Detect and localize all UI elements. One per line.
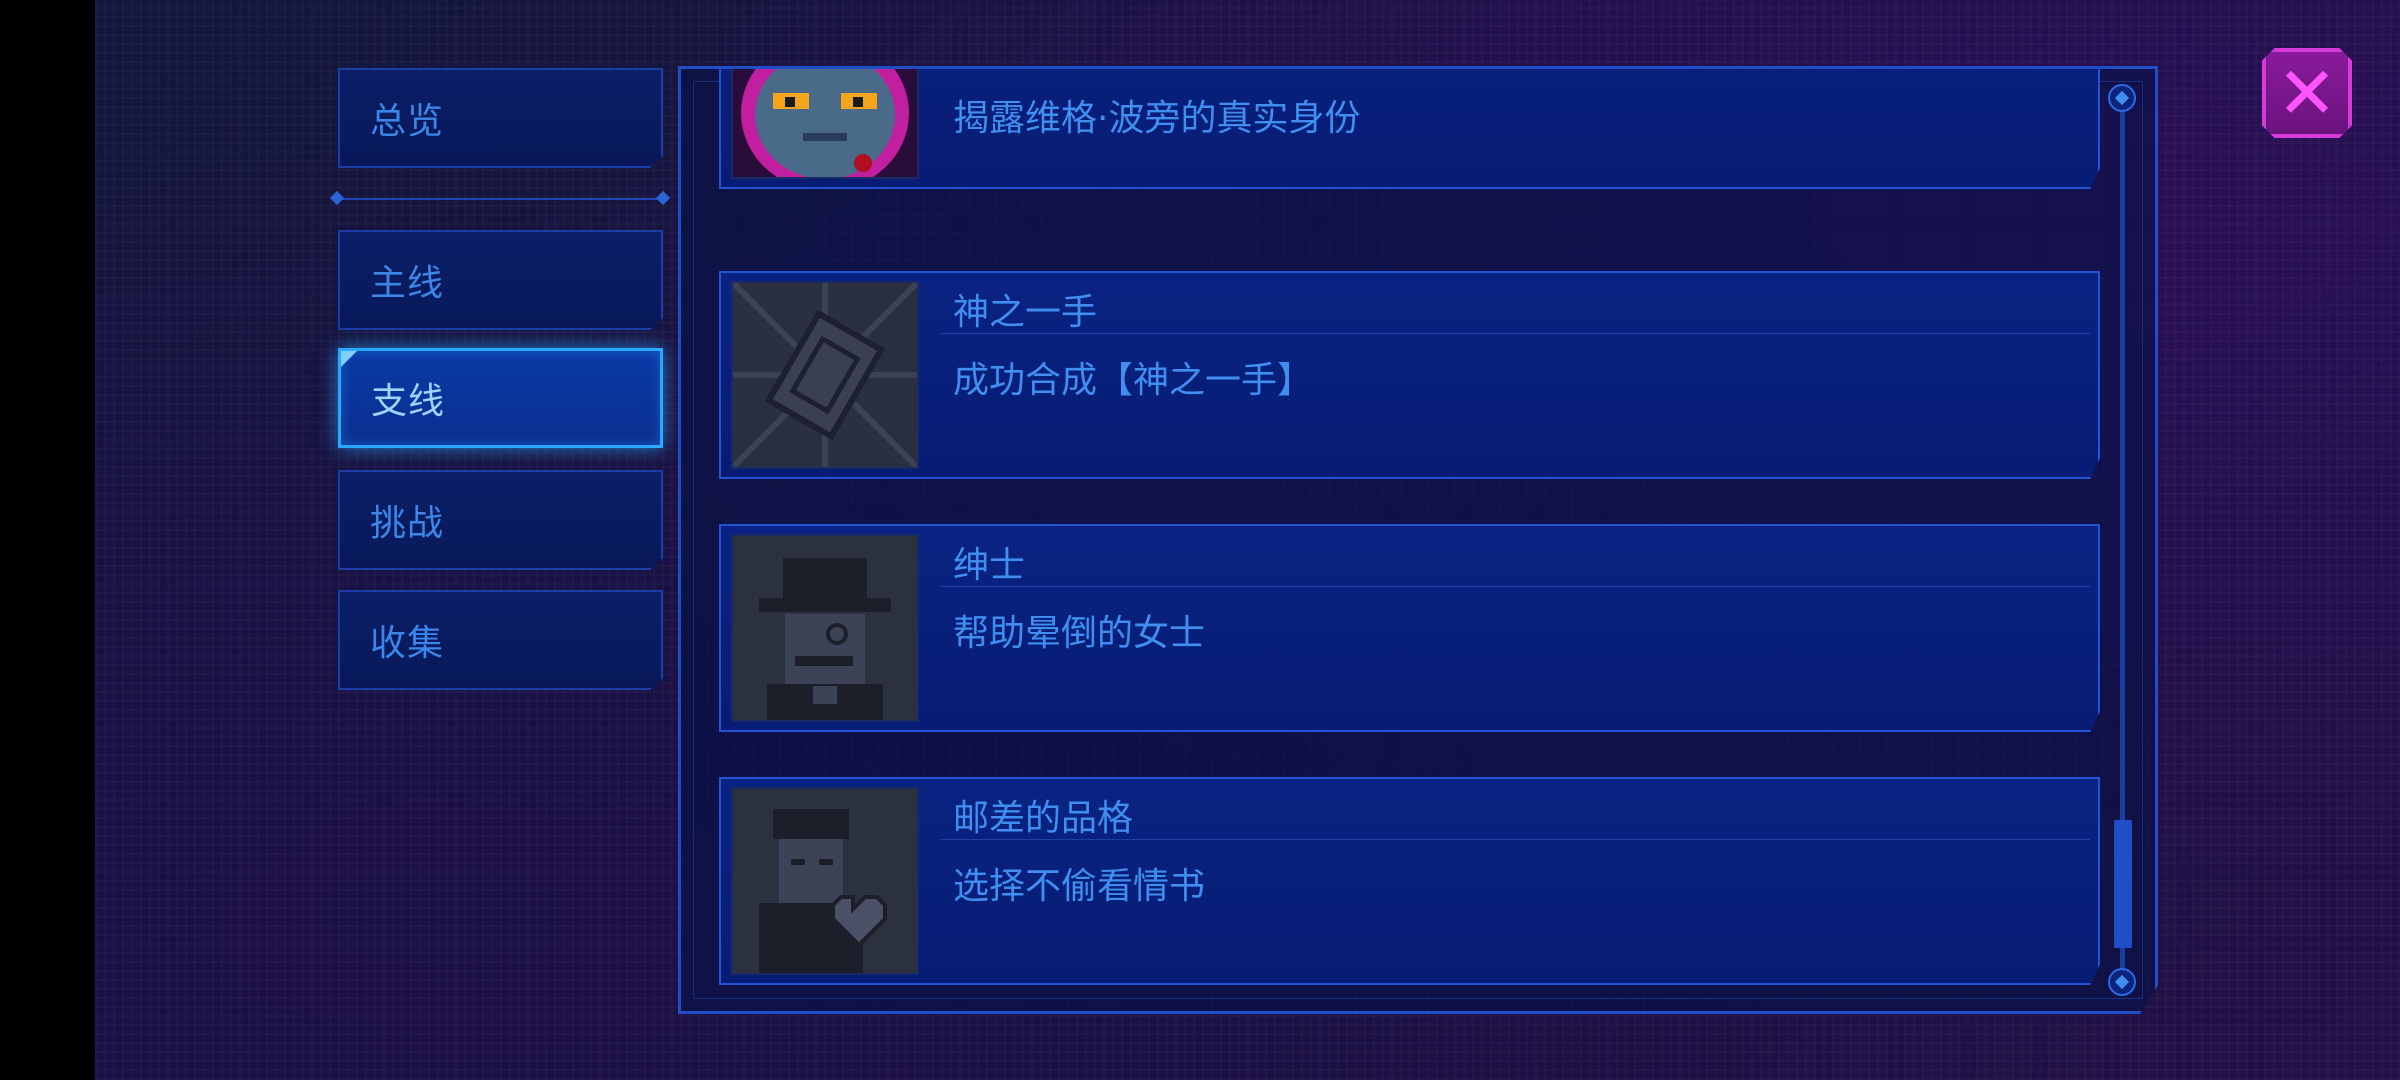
sidebar-divider [329, 190, 671, 206]
achievement-card[interactable]: 绅士 帮助晕倒的女士 [719, 524, 2100, 732]
achievement-title: 绅士 [953, 545, 1026, 586]
tab-collection[interactable]: 收集 [338, 590, 663, 690]
achievement-list[interactable]: 揭露维格·波旁的真实身份 神之一手 成功合成【神之一手】 绅士 帮助晕倒的女士 … [681, 69, 2155, 1011]
achievement-title: 神之一手 [953, 292, 1098, 333]
card-separator [941, 333, 2090, 334]
postman-heart-icon [731, 787, 919, 975]
achievement-description: 帮助晕倒的女士 [953, 613, 1206, 654]
gentleman-portrait-icon [731, 534, 919, 722]
scroll-down-cap[interactable] [2108, 968, 2136, 996]
close-icon: ✕ [2276, 51, 2338, 135]
achievement-description: 选择不偷看情书 [953, 866, 1206, 907]
tab-label: 主线 [370, 263, 445, 304]
achievement-title: 邮差的品格 [953, 798, 1134, 839]
tab-side-quest[interactable]: 支线 [338, 348, 663, 448]
tab-overview[interactable]: 总览 [338, 68, 663, 168]
scroll-up-cap[interactable] [2108, 84, 2136, 112]
close-button[interactable]: ✕ [2262, 48, 2352, 138]
tab-label: 挑战 [370, 503, 445, 544]
tab-label: 支线 [371, 381, 446, 422]
tab-label: 收集 [370, 623, 445, 664]
card-separator [941, 586, 2090, 587]
achievement-panel: 揭露维格·波旁的真实身份 神之一手 成功合成【神之一手】 绅士 帮助晕倒的女士 … [678, 66, 2158, 1014]
achievement-description: 揭露维格·波旁的真实身份 [953, 98, 1361, 139]
card-relic-icon [731, 281, 919, 469]
achievement-card[interactable]: 揭露维格·波旁的真实身份 [719, 69, 2100, 189]
tab-challenge[interactable]: 挑战 [338, 470, 663, 570]
tab-main-quest[interactable]: 主线 [338, 230, 663, 330]
achievement-card[interactable]: 神之一手 成功合成【神之一手】 [719, 271, 2100, 479]
cat-boss-portrait-icon [731, 69, 919, 179]
screen-edge [0, 0, 95, 1080]
tab-label: 总览 [370, 101, 445, 142]
achievement-card[interactable]: 邮差的品格 选择不偷看情书 [719, 777, 2100, 985]
achievement-description: 成功合成【神之一手】 [953, 360, 1314, 401]
scrollbar-thumb[interactable] [2114, 820, 2132, 948]
card-separator [941, 839, 2090, 840]
